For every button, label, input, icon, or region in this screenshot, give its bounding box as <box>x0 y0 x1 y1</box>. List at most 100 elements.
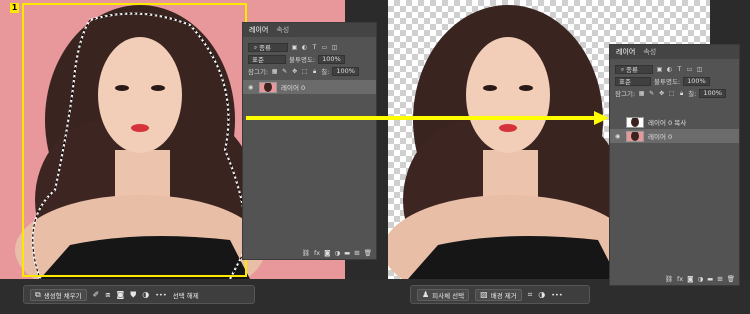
smart-filter-icon[interactable]: ◫ <box>331 44 338 51</box>
mask-icon[interactable]: ◙ <box>324 249 330 257</box>
person-icon: ♟ <box>422 290 430 299</box>
transition-arrow <box>246 111 609 125</box>
lock-move-icon[interactable]: ✥ <box>658 90 665 97</box>
lock-pixels-icon[interactable]: ▦ <box>638 90 645 97</box>
fill-label: 칠: <box>688 90 697 98</box>
selection-frame <box>22 3 247 277</box>
deselect-button[interactable]: 선택 해제 <box>173 290 199 300</box>
layer-row[interactable]: ◉ 레이어 0 <box>610 129 739 143</box>
fill-bucket-icon[interactable]: ⛊ <box>130 290 136 300</box>
lock-pixels-icon[interactable]: ▦ <box>271 68 278 75</box>
filter-row: ⌕ 종류 ▣ ◐ T ▭ ◫ <box>243 41 376 53</box>
type-filter-icon[interactable]: T <box>676 66 683 73</box>
fill-label: 칠: <box>321 68 330 76</box>
opacity-value: 100% <box>687 77 706 85</box>
step-number-badge: 1 <box>10 3 19 13</box>
trash-icon[interactable]: 🗑︎ <box>364 249 372 257</box>
generative-fill-label: 생성형 채우기 <box>43 291 82 300</box>
fx-icon[interactable]: fx <box>314 249 320 257</box>
generative-fill-button[interactable]: ⧉ 생성형 채우기 <box>30 288 87 301</box>
adjustment-icon[interactable]: ◑ <box>142 290 149 299</box>
thumbnail-portrait-icon <box>631 117 639 127</box>
thumbnail-portrait-icon <box>264 82 272 92</box>
filter-row: ⌕ 종류 ▣ ◐ T ▭ ◫ <box>610 63 739 75</box>
blend-mode-value: 표준 <box>252 56 264 64</box>
panel-footer: ⛓︎ fx ◙ ◑ ▬ ⊞ 🗑︎ <box>665 275 735 283</box>
adjustment-icon[interactable]: ◑ <box>334 249 340 257</box>
adjustment-icon[interactable]: ◑ <box>697 275 703 283</box>
fill-field[interactable]: 100% <box>699 88 726 98</box>
fill-value: 100% <box>703 89 722 97</box>
image-filter-icon[interactable]: ▣ <box>656 66 663 73</box>
tab-layers[interactable]: 레이어 <box>616 47 635 57</box>
opacity-field[interactable]: 100% <box>683 76 710 86</box>
contextual-taskbar-left: ⧉ 생성형 채우기 ✐ ⧈ ◙ ⛊ ◑ ••• 선택 해제 <box>23 285 255 304</box>
select-subject-button[interactable]: ♟ 피사체 선택 <box>417 288 470 301</box>
visibility-eye-icon[interactable]: ◉ <box>248 84 255 91</box>
fx-icon[interactable]: fx <box>677 275 683 283</box>
mask-icon[interactable]: ◙ <box>687 275 693 283</box>
new-layer-icon[interactable]: ⊞ <box>354 249 359 257</box>
blend-row: 표준 불투명도: 100% <box>243 53 376 65</box>
lock-row: 잠그기: ▦ ✎ ✥ ⬚ 🔒︎ 칠: 100% <box>243 65 376 77</box>
shape-filter-icon[interactable]: ▭ <box>321 44 328 51</box>
lock-move-icon[interactable]: ✥ <box>291 68 298 75</box>
lock-brush-icon[interactable]: ✎ <box>648 90 655 97</box>
layer-thumbnail <box>259 81 277 93</box>
visibility-eye-icon[interactable]: ◉ <box>615 133 622 140</box>
trash-icon[interactable]: 🗑︎ <box>727 275 735 283</box>
new-layer-icon[interactable]: ⊞ <box>717 275 722 283</box>
lock-all-icon[interactable]: 🔒︎ <box>311 68 318 75</box>
layers-panel-left: 레이어 속성 ⌕ 종류 ▣ ◐ T ▭ ◫ 표준 불투명도: 100% 잠그기:… <box>242 22 377 260</box>
contextual-taskbar-right: ♟ 피사체 선택 ▨ 배경 제거 ⌗ ◑ ••• <box>410 285 590 304</box>
panel-tabbar: 레이어 속성 <box>243 23 376 37</box>
blend-mode-dropdown[interactable]: 표준 <box>615 76 651 86</box>
lock-row: 잠그기: ▦ ✎ ✥ ⬚ 🔒︎ 칠: 100% <box>610 87 739 99</box>
lock-artboard-icon[interactable]: ⬚ <box>301 68 308 75</box>
fill-field[interactable]: 100% <box>332 66 359 76</box>
link-icon[interactable]: ⛓︎ <box>665 275 673 283</box>
adjust-filter-icon[interactable]: ◐ <box>301 44 308 51</box>
layer-row[interactable]: ◉ 레이어 0 <box>243 80 376 94</box>
tab-layers[interactable]: 레이어 <box>249 25 268 35</box>
lock-brush-icon[interactable]: ✎ <box>281 68 288 75</box>
more-options-button[interactable]: ••• <box>155 291 167 299</box>
panel-tabbar: 레이어 속성 <box>610 45 739 59</box>
smart-filter-icon[interactable]: ◫ <box>696 66 703 73</box>
blend-row: 표준 불투명도: 100% <box>610 75 739 87</box>
lock-label: 잠그기: <box>248 68 269 76</box>
shape-filter-icon[interactable]: ▭ <box>686 66 693 73</box>
layer-name: 레이어 0 복사 <box>648 119 687 127</box>
mask-icon[interactable]: ◙ <box>116 290 124 299</box>
crop-icon[interactable]: ⌗ <box>528 290 533 300</box>
filter-value: 종류 <box>259 44 271 52</box>
filter-dropdown[interactable]: ⌕ 종류 <box>615 64 653 74</box>
image-icon: ▨ <box>480 290 488 299</box>
adjust-filter-icon[interactable]: ◐ <box>666 66 673 73</box>
lock-all-icon[interactable]: 🔒︎ <box>678 90 685 97</box>
link-icon[interactable]: ⛓︎ <box>302 249 310 257</box>
opacity-value: 100% <box>322 55 341 63</box>
lock-artboard-icon[interactable]: ⬚ <box>668 90 675 97</box>
opacity-field[interactable]: 100% <box>318 54 345 64</box>
blend-mode-value: 표준 <box>619 78 631 86</box>
tab-properties[interactable]: 속성 <box>276 25 289 35</box>
remove-background-button[interactable]: ▨ 배경 제거 <box>475 288 522 301</box>
folder-icon[interactable]: ▬ <box>344 249 350 257</box>
type-filter-icon[interactable]: T <box>311 44 318 51</box>
filter-dropdown[interactable]: ⌕ 종류 <box>248 42 288 52</box>
adjustment-icon[interactable]: ◑ <box>538 290 545 299</box>
opacity-label: 불투명도: <box>654 78 681 86</box>
layer-row[interactable]: 레이어 0 복사 <box>610 115 739 129</box>
filter-value: 종류 <box>626 66 638 74</box>
folder-icon[interactable]: ▬ <box>707 275 713 283</box>
layer-thumbnail <box>626 130 644 142</box>
blend-mode-dropdown[interactable]: 표준 <box>248 54 286 64</box>
search-icon: ⌕ <box>620 65 625 73</box>
tab-properties[interactable]: 속성 <box>643 47 656 57</box>
more-options-button[interactable]: ••• <box>551 291 563 299</box>
thumbnail-portrait-icon <box>631 131 639 141</box>
image-filter-icon[interactable]: ▣ <box>291 44 298 51</box>
brush-select-icon[interactable]: ✐ <box>93 290 100 299</box>
transform-icon[interactable]: ⧈ <box>105 290 110 300</box>
